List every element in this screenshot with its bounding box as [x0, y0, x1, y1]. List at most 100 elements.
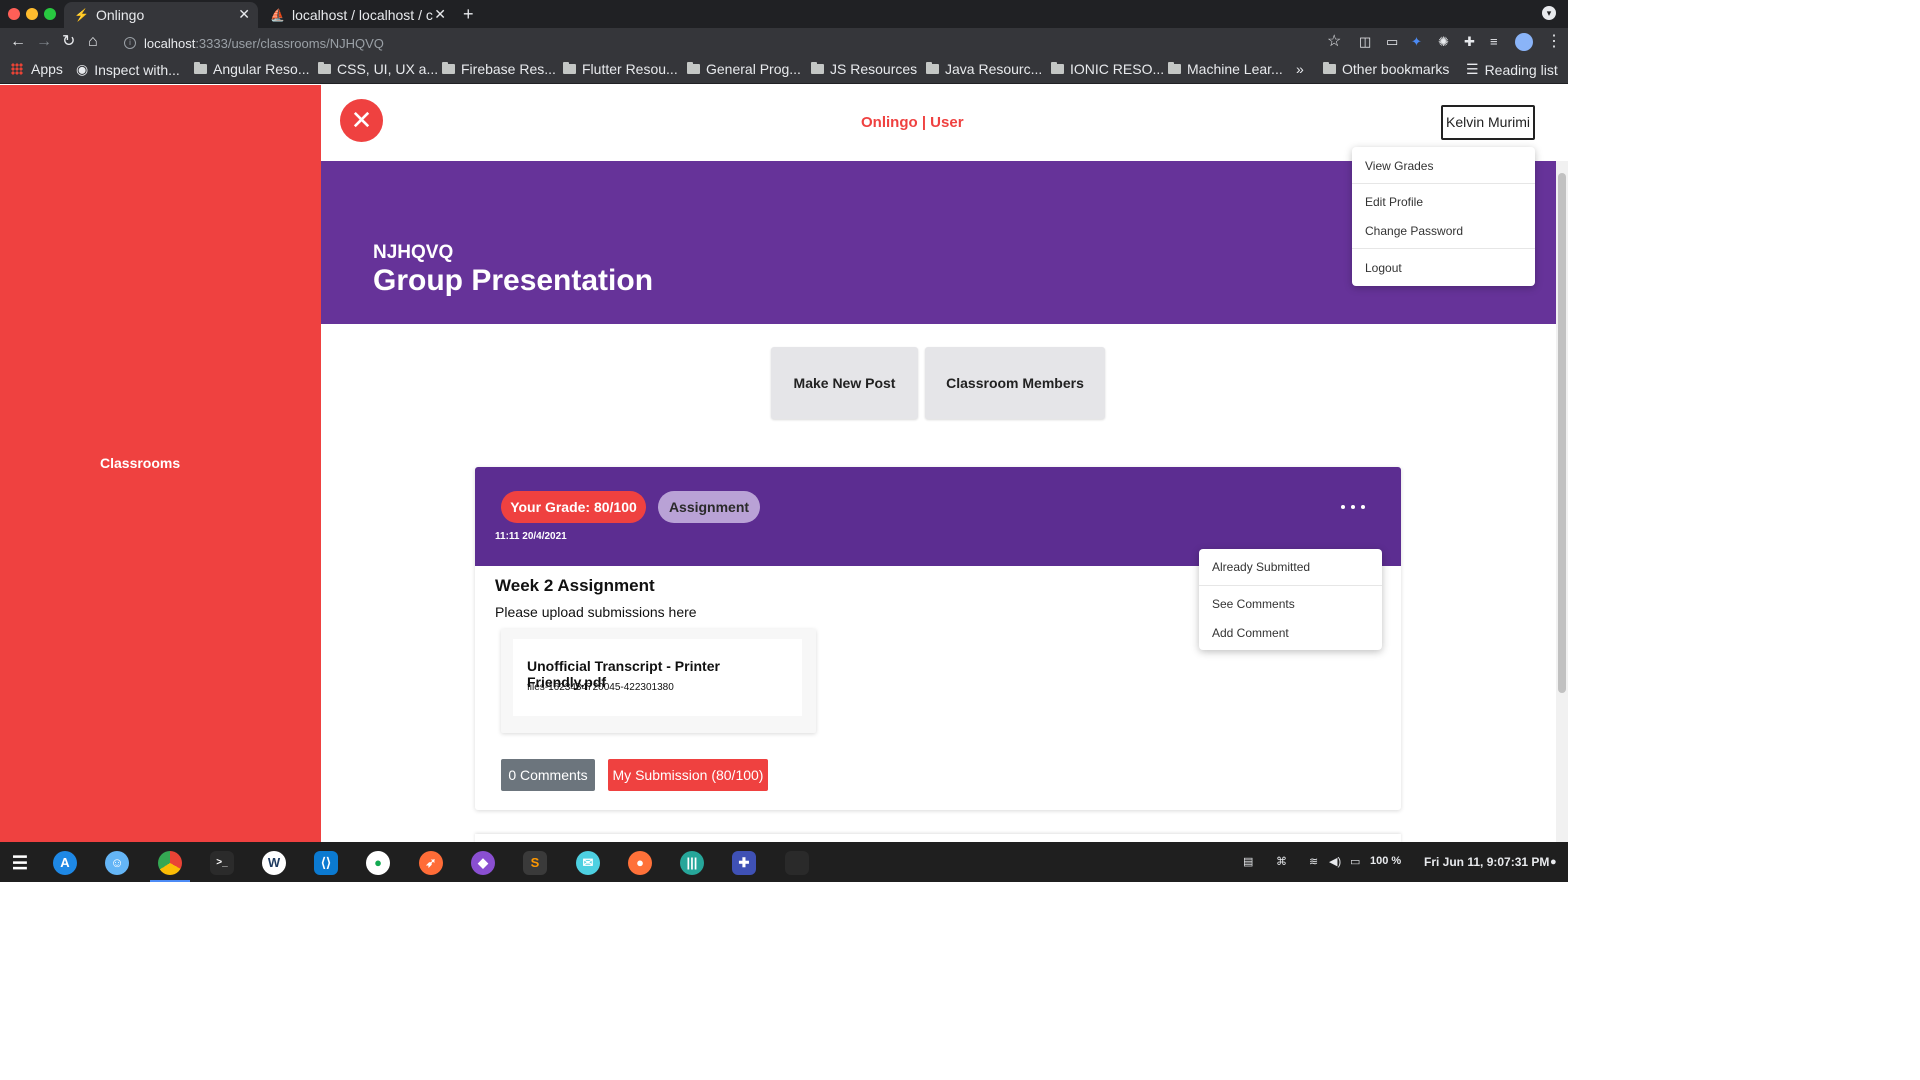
bookmark-folder-ml[interactable]: Machine Lear... — [1168, 61, 1283, 77]
page-scrollbar[interactable] — [1556, 161, 1568, 842]
folder-icon — [1051, 62, 1064, 74]
close-tab-icon[interactable]: ✕ — [238, 6, 250, 23]
chrome-icon[interactable] — [158, 851, 182, 875]
vscode-icon[interactable]: ⟨⟩ — [314, 851, 338, 875]
post-title: Week 2 Assignment — [495, 576, 655, 595]
menu-item-see-comments[interactable]: See Comments — [1212, 597, 1295, 611]
sidebar: Classrooms — [0, 85, 321, 842]
reload-icon[interactable]: ↻ — [62, 33, 75, 51]
bookmark-folder-angular[interactable]: Angular Reso... — [194, 61, 310, 77]
github-desktop-icon[interactable]: ◆ — [471, 851, 495, 875]
bookmark-folder-ionic[interactable]: IONIC RESO... — [1051, 61, 1164, 77]
forward-icon[interactable]: → — [36, 33, 52, 51]
postman-icon[interactable]: ➶ — [419, 851, 443, 875]
zorin-menu-icon[interactable]: ☰ — [8, 851, 32, 875]
close-tab-icon[interactable]: ✕ — [434, 6, 446, 23]
battery-icon[interactable]: ▭ — [1350, 855, 1360, 868]
stacer-icon[interactable]: ||| — [680, 851, 704, 875]
attachment-card[interactable]: Unofficial Transcript - Printer Friendly… — [501, 629, 816, 733]
bookmark-apps[interactable]: Apps — [11, 61, 63, 77]
window-minimize-dot[interactable] — [26, 8, 38, 20]
openai-extension-icon[interactable]: ✺ — [1438, 33, 1449, 51]
bookmark-folder-java[interactable]: Java Resourc... — [926, 61, 1042, 77]
folder-icon — [811, 62, 824, 74]
bookmark-label: Flutter Resou... — [582, 61, 678, 77]
keyboard-icon[interactable]: ⌘ — [1276, 855, 1287, 868]
bookmark-label: Java Resourc... — [945, 61, 1043, 77]
notification-dot-icon[interactable]: ● — [1550, 856, 1557, 868]
mongodb-compass-icon[interactable]: ● — [366, 851, 390, 875]
menu-item-already-submitted[interactable]: Already Submitted — [1212, 560, 1310, 574]
vpn-extension-icon[interactable]: ✦ — [1411, 33, 1422, 51]
dark-app-icon[interactable] — [785, 851, 809, 875]
bookmark-label: Other bookmarks — [1342, 61, 1450, 77]
new-tab-button[interactable]: + — [463, 4, 474, 25]
finder-icon[interactable]: ☺ — [105, 851, 129, 875]
bookmark-label: Angular Reso... — [213, 61, 310, 77]
close-sidebar-button[interactable]: ✕ — [340, 99, 383, 142]
folder-icon — [442, 62, 455, 74]
reading-list-icon[interactable]: ≡ — [1490, 33, 1498, 51]
terminal-icon[interactable]: >_ — [210, 851, 234, 875]
mail-icon[interactable]: ✉ — [576, 851, 600, 875]
web-page: Classrooms ✕ Onlingo | User Kelvin Murim… — [0, 85, 1568, 842]
browser-menu-icon[interactable]: ⋮ — [1546, 33, 1562, 51]
scrollbar-thumb[interactable] — [1558, 173, 1566, 693]
writer-icon[interactable]: W — [262, 851, 286, 875]
sublime-text-icon[interactable]: S — [523, 851, 547, 875]
bookmark-reading-list[interactable]: ☰ Reading list — [1466, 61, 1558, 78]
bookmark-folder-other[interactable]: Other bookmarks — [1323, 61, 1449, 77]
bookmark-star-icon[interactable]: ☆ — [1327, 33, 1341, 51]
sidebar-item-classrooms[interactable]: Classrooms — [100, 455, 180, 471]
window-maximize-dot[interactable] — [44, 8, 56, 20]
pocket-extension-icon[interactable]: ◫ — [1359, 33, 1371, 51]
profile-avatar-icon[interactable] — [1515, 33, 1533, 51]
cast-extension-icon[interactable]: ▭ — [1386, 33, 1398, 51]
bookmark-folder-firebase[interactable]: Firebase Res... — [442, 61, 556, 77]
post-timestamp: 11:11 20/4/2021 — [495, 531, 567, 542]
home-icon[interactable]: ⌂ — [88, 33, 98, 51]
more-options-icon[interactable] — [1341, 501, 1365, 513]
bookmark-label: CSS, UI, UX a... — [337, 61, 439, 77]
window-close-dot[interactable] — [8, 8, 20, 20]
tab-onlingo[interactable]: ⚡ Onlingo ✕ — [64, 2, 258, 28]
classroom-members-button[interactable]: Classroom Members — [925, 347, 1105, 419]
menu-item-change-password[interactable]: Change Password — [1365, 224, 1463, 238]
post-options-menu: Already Submitted See Comments Add Comme… — [1199, 549, 1382, 650]
tab-localhost[interactable]: ⛵ localhost / localhost / c ✕ — [260, 2, 454, 28]
menu-item-logout[interactable]: Logout — [1365, 261, 1402, 275]
make-new-post-button[interactable]: Make New Post — [771, 347, 918, 419]
browser-toolbar: ← → ↻ ⌂ i localhost :3333/user/classroom… — [0, 28, 1568, 57]
menu-item-add-comment[interactable]: Add Comment — [1212, 626, 1289, 640]
folder-icon — [318, 62, 331, 74]
tab-search-icon[interactable]: ▾ — [1542, 6, 1556, 20]
my-submission-button[interactable]: My Submission (80/100) — [608, 759, 768, 791]
menu-item-edit-profile[interactable]: Edit Profile — [1365, 195, 1423, 209]
system-clock[interactable]: Fri Jun 11, 9:07:31 PM — [1424, 855, 1549, 869]
wifi-icon[interactable]: ≋ — [1309, 855, 1318, 868]
bookmark-label: Apps — [31, 61, 63, 77]
attachment-inner: Unofficial Transcript - Printer Friendly… — [513, 639, 802, 716]
site-info-icon[interactable]: i — [124, 37, 136, 49]
bookmark-label: » — [1296, 61, 1304, 77]
bookmark-folder-js[interactable]: JS Resources — [811, 61, 917, 77]
app-store-icon[interactable]: A — [53, 851, 77, 875]
post-type-badge: Assignment — [658, 491, 760, 523]
folder-icon — [1168, 62, 1181, 74]
clipboard-icon[interactable]: ▤ — [1243, 855, 1253, 868]
comments-button[interactable]: 0 Comments — [501, 759, 595, 791]
bookmark-folder-general[interactable]: General Prog... — [687, 61, 801, 77]
bookmark-inspect[interactable]: ◉ Inspect with... — [76, 61, 180, 78]
menu-item-view-grades[interactable]: View Grades — [1365, 159, 1433, 173]
volume-icon[interactable]: ◀) — [1329, 855, 1341, 868]
extensions-puzzle-icon[interactable]: ✚ — [1464, 33, 1475, 51]
bookmark-folder-css[interactable]: CSS, UI, UX a... — [318, 61, 438, 77]
user-menu-button[interactable]: Kelvin Murimi — [1441, 105, 1535, 140]
address-bar[interactable]: i localhost :3333/user/classrooms/NJHQVQ — [116, 31, 1350, 55]
tab-title: Onlingo — [96, 7, 145, 23]
shutter-icon[interactable]: ✚ — [732, 851, 756, 875]
back-icon[interactable]: ← — [10, 33, 26, 51]
firefox-icon[interactable]: ● — [628, 851, 652, 875]
bookmarks-overflow-button[interactable]: » — [1296, 61, 1304, 77]
bookmark-folder-flutter[interactable]: Flutter Resou... — [563, 61, 678, 77]
